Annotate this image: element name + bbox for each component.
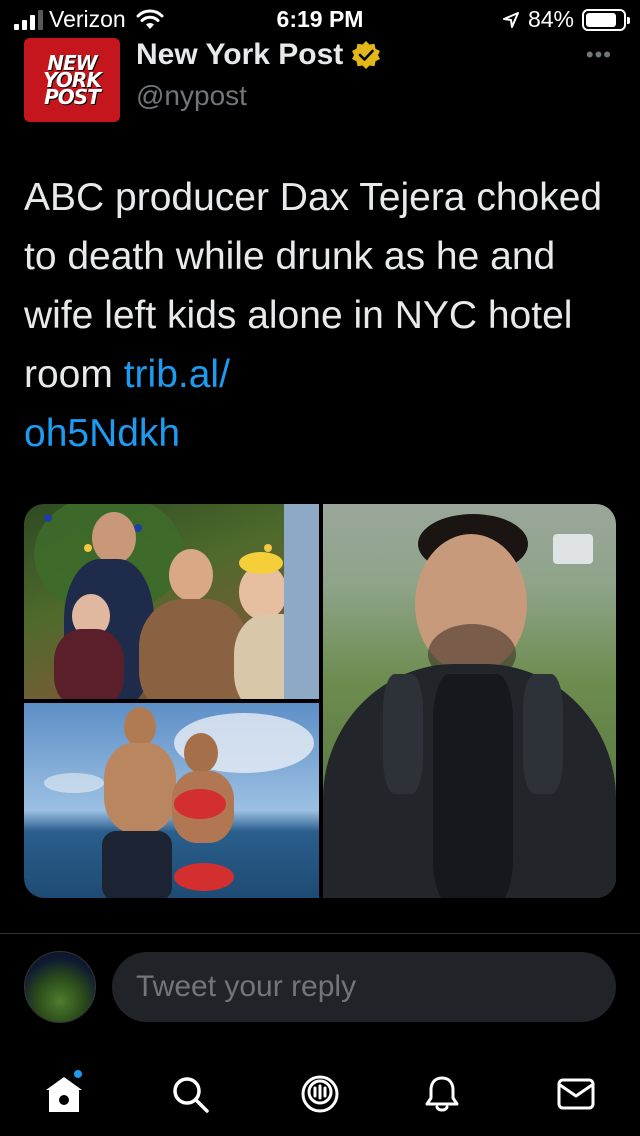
search-icon (173, 1077, 209, 1113)
tab-spaces[interactable] (290, 1064, 350, 1124)
media-photo-portrait[interactable] (323, 504, 616, 898)
media-photo-beach[interactable] (24, 703, 319, 898)
mail-icon (557, 1078, 595, 1110)
user-avatar[interactable] (24, 951, 96, 1023)
status-bar: Verizon 6:19 PM 84% (0, 0, 640, 40)
tab-messages[interactable] (546, 1064, 606, 1124)
tweet-media-grid (24, 504, 616, 898)
battery-fill (586, 12, 617, 27)
media-photo-family-christmas[interactable] (24, 504, 319, 699)
reply-input[interactable] (112, 952, 616, 1022)
battery-icon (582, 8, 630, 31)
tab-home[interactable] (34, 1064, 94, 1124)
notification-dot (72, 1068, 84, 1080)
divider (0, 933, 640, 934)
battery-percent: 84% (527, 6, 574, 32)
account-name[interactable]: New York Post (136, 38, 343, 72)
tweet-header: NEW YORK POST New York Post @nypost ••• (24, 38, 624, 128)
verified-badge-icon (352, 41, 381, 69)
tweet-text: ABC producer Dax Tejera choked to death … (24, 168, 614, 463)
bell-icon (425, 1076, 459, 1112)
bottom-tab-bar (0, 1050, 640, 1136)
account-avatar-logo[interactable]: NEW YORK POST (24, 38, 120, 122)
location-arrow-icon (502, 11, 519, 28)
account-handle[interactable]: @nypost (136, 80, 247, 112)
tweet-body: ABC producer Dax Tejera choked to death … (24, 176, 603, 396)
tab-notifications[interactable] (412, 1064, 472, 1124)
more-options-button[interactable]: ••• (586, 42, 612, 68)
status-right: 84% (502, 6, 630, 33)
tab-search[interactable] (160, 1064, 220, 1124)
spaces-icon (301, 1075, 339, 1113)
account-name-row[interactable]: New York Post (136, 38, 381, 72)
